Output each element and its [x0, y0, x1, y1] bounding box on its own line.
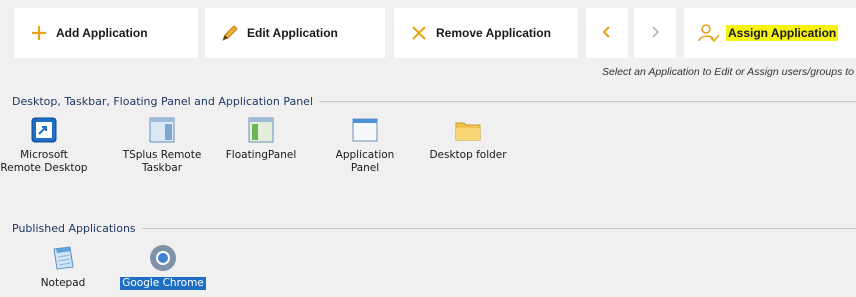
group-desktop-taskbar: Desktop, Taskbar, Floating Panel and App…: [12, 93, 856, 109]
floating-panel-icon: [245, 114, 277, 146]
group-published-applications: Published Applications: [12, 220, 856, 236]
app-tile-desktop-folder[interactable]: Desktop folder: [418, 114, 518, 162]
assign-application-label: Assign Application: [726, 25, 839, 41]
app-tile-application-panel[interactable]: Application Panel: [322, 114, 408, 175]
app-tile-label: FloatingPanel: [225, 149, 297, 161]
group-divider: [319, 100, 856, 102]
app-tile-floatingpanel[interactable]: FloatingPanel: [216, 114, 306, 162]
app-tile-label: Microsoft Remote Desktop: [0, 149, 88, 174]
app-tile-microsoft-remote-desktop[interactable]: Microsoft Remote Desktop: [0, 114, 88, 175]
group-title: Published Applications: [12, 221, 136, 235]
chrome-icon: [147, 242, 179, 274]
remote-desktop-icon: [28, 114, 60, 146]
group-divider: [141, 227, 856, 229]
app-tile-label: Google Chrome: [120, 277, 206, 290]
folder-icon: [452, 114, 484, 146]
app-tile-tsplus-remote-taskbar[interactable]: TSplus Remote Taskbar: [112, 114, 212, 175]
add-application-label: Add Application: [56, 26, 148, 40]
hint-text: Select an Application to Edit or Assign …: [602, 66, 854, 78]
notepad-icon: [47, 242, 79, 274]
remove-application-button[interactable]: Remove Application: [394, 8, 578, 58]
app-tile-label: Desktop folder: [429, 149, 507, 161]
chevron-left-icon: [601, 25, 613, 42]
edit-application-label: Edit Application: [247, 26, 338, 40]
plus-icon: [28, 22, 50, 44]
application-panel-icon: [349, 114, 381, 146]
app-tile-label: Notepad: [40, 277, 86, 289]
toolbar: Add Application Edit Application Remove …: [0, 0, 856, 58]
forward-button[interactable]: [634, 8, 676, 58]
back-button[interactable]: [586, 8, 628, 58]
assign-application-button[interactable]: Assign Application: [684, 8, 856, 58]
taskbar-icon: [146, 114, 178, 146]
pencil-icon: [219, 22, 241, 44]
edit-application-button[interactable]: Edit Application: [205, 8, 385, 58]
app-tile-notepad[interactable]: Notepad: [22, 242, 104, 290]
app-tile-label: TSplus Remote Taskbar: [122, 149, 202, 174]
close-x-icon: [408, 22, 430, 44]
remove-application-label: Remove Application: [436, 26, 551, 40]
add-application-button[interactable]: Add Application: [14, 8, 198, 58]
user-check-icon: [698, 22, 720, 44]
chevron-right-icon: [649, 25, 661, 42]
group-title: Desktop, Taskbar, Floating Panel and App…: [12, 94, 314, 108]
app-tile-google-chrome[interactable]: Google Chrome: [112, 242, 214, 290]
app-tile-label: Application Panel: [335, 149, 395, 174]
